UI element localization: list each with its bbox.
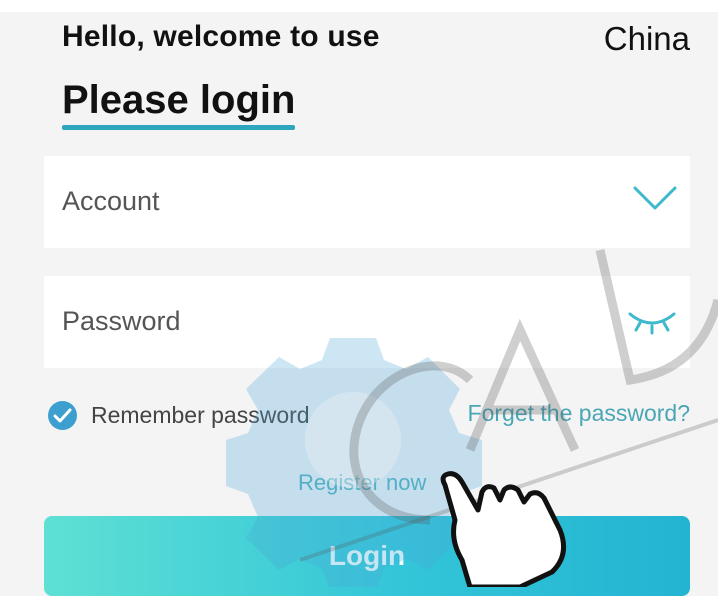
title-underline	[62, 125, 295, 130]
login-button[interactable]: Login	[44, 516, 690, 596]
password-field[interactable]: Password	[44, 276, 690, 368]
account-field[interactable]: Account	[44, 156, 690, 248]
page-title: Please login	[62, 78, 296, 122]
remember-password-option[interactable]: Remember password	[48, 398, 310, 432]
password-placeholder: Password	[62, 306, 181, 336]
region-selector[interactable]: China	[604, 20, 690, 58]
remember-checkbox[interactable]	[48, 400, 77, 430]
account-placeholder: Account	[62, 186, 160, 216]
forgot-password-link[interactable]: Forget the password?	[468, 400, 690, 427]
remember-label: Remember password	[91, 401, 310, 428]
eye-closed-icon[interactable]	[626, 306, 678, 336]
chevron-down-icon[interactable]	[632, 184, 678, 212]
login-button-label: Login	[328, 540, 406, 571]
greeting-text: Hello, welcome to use	[62, 20, 380, 53]
status-strip	[0, 0, 718, 12]
register-link[interactable]: Register now	[298, 470, 426, 496]
